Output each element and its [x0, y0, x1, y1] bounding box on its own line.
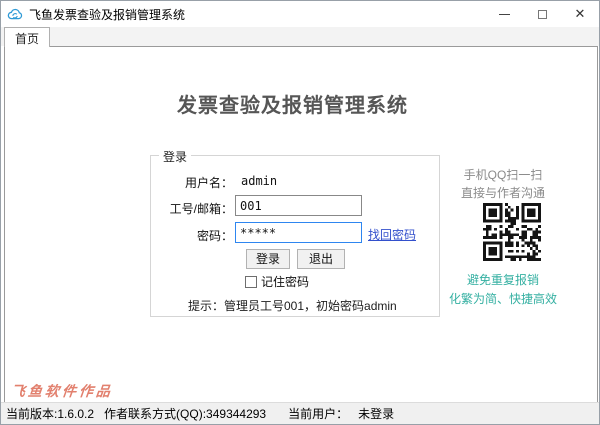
login-hint: 提示：管理员工号001，初始密码admin — [188, 299, 397, 313]
remember-password-label: 记住密码 — [261, 275, 310, 289]
author-watermark: 飞鱼软件作品 — [10, 383, 114, 399]
status-contact: 作者联系方式(QQ):349344293 — [104, 407, 267, 421]
password-label: 密码： — [196, 229, 233, 243]
app-window: 飞鱼发票查验及报销管理系统 ✕ 首页 发票查验及报销管理系统 登录 用户名： a… — [0, 0, 600, 425]
login-groupbox: 登录 用户名： admin 工号/邮箱： 密码： 找回密码 登录 退出 记住密码… — [150, 148, 440, 317]
userid-label: 工号/邮箱： — [169, 202, 233, 216]
remember-password-row: 记住密码 — [245, 273, 309, 290]
remember-password-checkbox[interactable] — [245, 275, 257, 288]
userid-input[interactable] — [235, 195, 362, 216]
status-bar: 当前版本:1.6.0.2 作者联系方式(QQ):349344293 当前用户： … — [1, 402, 599, 424]
minimize-button[interactable] — [485, 1, 523, 27]
status-version: 当前版本:1.6.0.2 — [6, 407, 95, 421]
titlebar: 飞鱼发票查验及报销管理系统 ✕ — [1, 1, 599, 27]
password-input[interactable] — [235, 222, 362, 243]
close-icon: ✕ — [574, 6, 586, 21]
app-cloud-icon — [7, 8, 23, 20]
maximize-icon — [537, 9, 547, 19]
login-button[interactable]: 登录 — [246, 249, 290, 269]
home-page-panel: 发票查验及报销管理系统 登录 用户名： admin 工号/邮箱： 密码： 找回密… — [4, 46, 598, 403]
qq-qr-code — [483, 203, 541, 261]
window-controls: ✕ — [485, 1, 599, 27]
slogan-line2: 化繁为简、快捷高效 — [448, 292, 557, 306]
promo-column: 手机QQ扫一扫 直接与作者沟通 避免重复报销 化繁为简、快捷高效 — [407, 47, 599, 402]
maximize-button[interactable] — [523, 1, 561, 27]
window-title: 飞鱼发票查验及报销管理系统 — [29, 7, 186, 22]
minimize-icon — [498, 13, 510, 15]
username-label: 用户名： — [184, 176, 233, 190]
login-group-label: 登录 — [159, 148, 192, 165]
exit-button[interactable]: 退出 — [297, 249, 345, 269]
tab-strip: 首页 — [1, 27, 599, 47]
close-button[interactable]: ✕ — [561, 1, 599, 27]
status-user-label: 当前用户： — [288, 407, 349, 421]
username-value: admin — [241, 174, 278, 188]
qq-scan-line2: 直接与作者沟通 — [460, 186, 545, 200]
tab-home[interactable]: 首页 — [4, 27, 51, 47]
qq-scan-line1: 手机QQ扫一扫 — [463, 168, 543, 182]
status-user-value: 未登录 — [358, 407, 395, 421]
slogan-line1: 避免重复报销 — [466, 273, 539, 287]
